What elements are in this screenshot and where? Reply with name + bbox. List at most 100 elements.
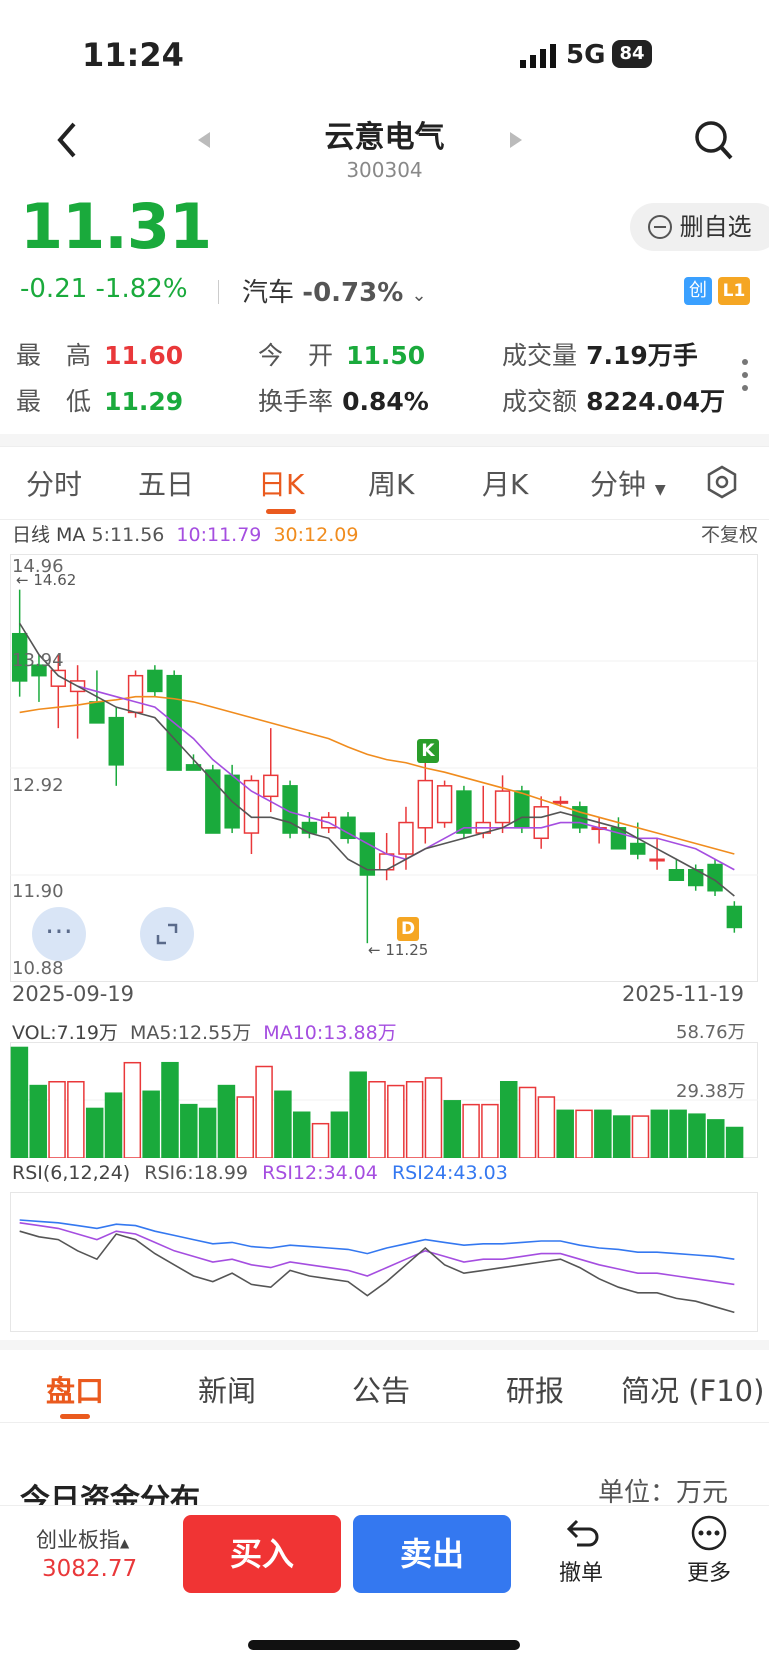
battery-icon: 84 — [612, 40, 652, 68]
axis-l3-label: 12.92 — [12, 775, 64, 796]
tab-order-book[interactable]: 盘口 — [46, 1368, 104, 1410]
tab-monthly-k[interactable]: 月K — [482, 463, 528, 503]
candle-body — [668, 869, 685, 881]
volume-bar — [311, 1122, 330, 1158]
volume-bar — [123, 1061, 142, 1158]
candle-body — [726, 905, 743, 929]
tab-news[interactable]: 新闻 — [198, 1368, 256, 1410]
undo-label: 撤单 — [558, 1561, 603, 1586]
vol-legend: VOL:7.19万 MA5:12.55万 MA10:13.88万 — [12, 1018, 397, 1045]
remove-favorite-button[interactable]: 删自选 — [630, 203, 769, 251]
chart-more-button[interactable]: ⋯ — [32, 907, 86, 961]
ma5-value: 5:11.56 — [91, 524, 165, 546]
stat-low: 最 低 11.29 — [16, 382, 183, 418]
volume-bar — [481, 1103, 499, 1158]
chart-tabs: 分时 五日 日K 周K 月K 分钟 ▼ — [0, 446, 769, 520]
volume-bar — [180, 1103, 198, 1158]
axis-l4-label: 11.90 — [12, 881, 64, 902]
more-button[interactable]: 更多 — [676, 1515, 742, 1587]
vol-ma5: MA5:12.55万 — [129, 1022, 252, 1044]
ma5-line — [18, 622, 735, 897]
undo-button[interactable]: 撤单 — [548, 1515, 614, 1587]
unit-label: 单位：万元 — [598, 1478, 729, 1508]
volume-bar — [575, 1109, 593, 1158]
candle-body — [514, 790, 530, 829]
index-name[interactable]: 创业板指▲ — [36, 1524, 129, 1554]
sell-button[interactable]: 卖出 — [353, 1515, 511, 1593]
tab-daily-k[interactable]: 日K — [258, 463, 304, 503]
volume-bar — [161, 1061, 179, 1158]
volume-bar — [707, 1119, 725, 1158]
max-price-value: 14.62 — [33, 571, 77, 589]
vol-ma10: MA10:13.88万 — [263, 1022, 397, 1044]
vol-label: VOL:7.19万 — [12, 1022, 118, 1044]
volume-bar — [29, 1084, 47, 1158]
remove-favorite-label: 删自选 — [679, 213, 752, 241]
sector-info[interactable]: 汽车 -0.73% ⌄ — [242, 272, 427, 309]
volume-bar — [142, 1090, 160, 1158]
caret-down-icon: ▼ — [654, 482, 666, 498]
volume-bar — [104, 1092, 123, 1158]
candle-body — [456, 790, 472, 834]
stock-code: 300304 — [346, 158, 423, 182]
candle-body — [243, 779, 260, 834]
candle-body — [108, 716, 124, 766]
tab-announcements[interactable]: 公告 — [352, 1368, 410, 1410]
volume-chart[interactable] — [10, 1042, 758, 1158]
kline-chart[interactable] — [10, 554, 758, 982]
d-signal-badge[interactable]: D — [397, 917, 419, 941]
tab-weekly-k[interactable]: 周K — [368, 463, 414, 503]
tab-research[interactable]: 研报 — [506, 1368, 564, 1410]
date-end: 2025-11-19 — [622, 982, 745, 1006]
turnover-value: 0.84% — [342, 387, 429, 416]
min-price-mark: ← 11.25 — [368, 941, 429, 959]
candle-body — [301, 821, 318, 834]
volume-bar — [650, 1109, 669, 1158]
more-icon — [691, 1515, 727, 1551]
settings-icon[interactable] — [706, 465, 738, 503]
info-tabs: 盘口 新闻 公告 研报 简况 (F10) — [0, 1350, 769, 1423]
expand-icon[interactable] — [140, 907, 194, 961]
volume-bar — [217, 1084, 236, 1158]
volume-bar — [198, 1107, 217, 1158]
signal-icon — [520, 44, 558, 72]
tab-five-day[interactable]: 五日 — [138, 463, 194, 503]
k-signal-badge[interactable]: K — [417, 739, 439, 763]
volume-bar — [330, 1111, 349, 1158]
stat-amount: 成交额 8224.04万 — [502, 382, 725, 418]
candle-body — [649, 858, 665, 862]
next-stock-icon[interactable] — [508, 130, 524, 154]
high-label: 最 高 — [16, 341, 92, 370]
rsi-chart[interactable] — [10, 1192, 758, 1332]
undo-icon — [566, 1519, 599, 1547]
rsi-label: RSI(6,12,24) — [12, 1162, 131, 1184]
tab-profile[interactable]: 简况 (F10) — [621, 1368, 764, 1410]
volume-bar — [236, 1096, 255, 1158]
network-label: 5G — [566, 40, 606, 70]
max-price-mark: ← 14.62 — [16, 571, 77, 589]
change-value: -0.21 — [20, 274, 88, 304]
candle-body — [533, 806, 549, 840]
change-percent: -1.82% — [95, 274, 188, 304]
search-icon[interactable] — [694, 120, 734, 166]
buy-button[interactable]: 买入 — [183, 1515, 341, 1593]
candle-body — [630, 842, 646, 855]
section-gap-2 — [0, 1340, 769, 1350]
rsi24-line — [19, 1219, 735, 1260]
ma30-line — [19, 695, 735, 855]
minus-circle-icon — [648, 215, 672, 239]
adjust-mode[interactable]: 不复权 — [701, 520, 758, 547]
volume-bar — [85, 1107, 104, 1158]
tab-minute[interactable]: 分钟 ▼ — [590, 463, 666, 503]
level1-badge: L1 — [718, 277, 750, 305]
tab-intraday[interactable]: 分时 — [26, 463, 82, 503]
ma10-value: 10:11.79 — [176, 524, 262, 546]
candle-body — [494, 790, 511, 824]
ma30-value: 30:12.09 — [273, 524, 359, 546]
rsi24-value: RSI24:43.03 — [391, 1162, 508, 1184]
vol-top-label: 58.76万 — [676, 1022, 746, 1043]
price-change: -0.21 -1.82% — [20, 274, 188, 304]
stat-volume: 成交量 7.19万手 — [502, 336, 698, 372]
volume-bar — [48, 1081, 66, 1158]
more-vertical-icon[interactable] — [740, 358, 750, 396]
